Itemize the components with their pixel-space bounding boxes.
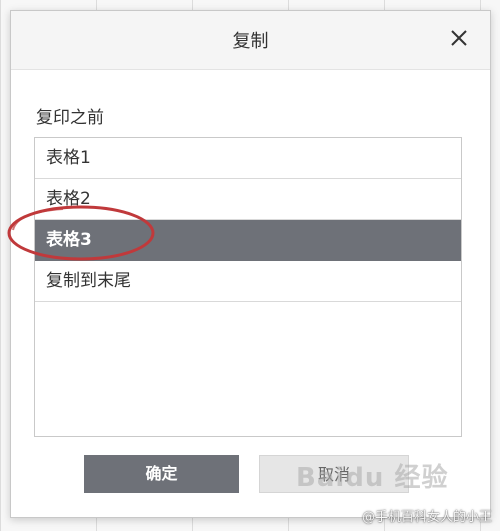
ok-button[interactable]: 确定 xyxy=(84,455,239,493)
cancel-button[interactable]: 取消 xyxy=(259,455,409,493)
sheet-list-item-selected[interactable]: 表格3 xyxy=(35,220,461,261)
sheet-list-item[interactable]: 表格2 xyxy=(35,179,461,220)
dialog-titlebar: 复制 xyxy=(11,11,490,70)
copy-dialog: 复制 复印之前 表格1 表格2 表格3 复制到末尾 确定 取消 Baidu 经验 xyxy=(10,10,491,518)
dialog-title: 复制 xyxy=(232,31,269,52)
sheet-list-item[interactable]: 表格1 xyxy=(35,138,461,179)
sheet-list-item[interactable]: 复制到末尾 xyxy=(35,261,461,302)
before-sheet-label: 复印之前 xyxy=(36,108,104,128)
sheet-list[interactable]: 表格1 表格2 表格3 复制到末尾 xyxy=(34,137,462,437)
close-icon[interactable] xyxy=(444,23,474,53)
